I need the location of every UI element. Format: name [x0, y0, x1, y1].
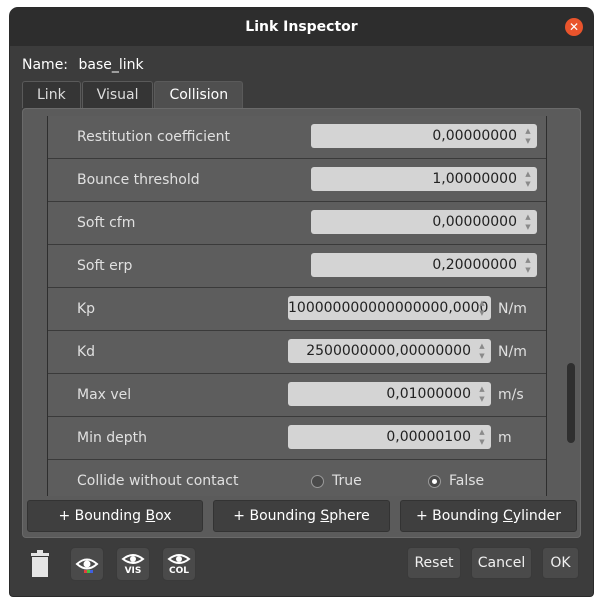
cancel-button[interactable]: Cancel — [471, 547, 532, 579]
reset-button[interactable]: Reset — [407, 547, 461, 579]
property-label: Kd — [77, 344, 96, 360]
unit-label: N/m — [498, 344, 527, 360]
radio-checked-icon — [428, 474, 441, 488]
property-row-restitution: Restitution coefficient 0,00000000 ▲ ▼ — [48, 116, 546, 159]
button-text: ylinder — [512, 508, 562, 524]
property-row-kp: Kp 100000000000000000,0000 ▲ ▼ N/m — [48, 288, 546, 331]
button-text: + Bounding — [233, 508, 321, 524]
max-vel-field[interactable]: 0,01000000 ▲ ▼ — [288, 382, 491, 406]
button-shortcut: B — [145, 508, 156, 524]
property-label: Kp — [77, 301, 96, 317]
spin-arrows-icon[interactable]: ▲ ▼ — [523, 212, 533, 232]
property-label: Bounce threshold — [77, 172, 200, 188]
spin-arrows-icon[interactable]: ▲ ▼ — [477, 384, 487, 404]
button-text: ox — [155, 508, 172, 524]
button-shortcut: C — [503, 508, 513, 524]
tab-visual[interactable]: Visual — [81, 81, 154, 108]
restitution-coefficient-field[interactable]: 0,00000000 ▲ ▼ — [311, 124, 537, 148]
field-value: 2500000000,00000000 — [306, 343, 471, 359]
tab-link[interactable]: Link — [22, 81, 81, 108]
property-row-min-depth: Min depth 0,00000100 ▲ ▼ m — [48, 417, 546, 460]
unit-label: m — [498, 430, 512, 446]
collision-toggle-button[interactable]: COL — [162, 547, 196, 581]
field-value: 0,20000000 — [432, 257, 517, 273]
radio-true[interactable]: True — [311, 473, 362, 489]
radio-false[interactable]: False — [428, 473, 484, 489]
window-title: Link Inspector — [245, 19, 358, 35]
unit-label: m/s — [498, 387, 524, 403]
button-shortcut: S — [320, 508, 330, 524]
eye-icon — [75, 558, 99, 573]
bounding-sphere-button[interactable]: + Bounding Sphere — [213, 500, 390, 532]
field-value: 0,00000000 — [432, 214, 517, 230]
visual-toggle-button[interactable]: VIS — [116, 547, 150, 581]
eye-icon — [121, 554, 145, 564]
property-label: Collide without contact — [77, 473, 239, 489]
property-label: Restitution coefficient — [77, 129, 230, 145]
field-value: 100000000000000000,0000 — [288, 300, 489, 316]
vis-label: VIS — [124, 566, 142, 576]
bounce-threshold-field[interactable]: 1,00000000 ▲ ▼ — [311, 167, 537, 191]
view-toggle-button[interactable] — [70, 547, 104, 581]
kp-field[interactable]: 100000000000000000,0000 ▲ ▼ — [288, 296, 491, 320]
soft-erp-field[interactable]: 0,20000000 ▲ ▼ — [311, 253, 537, 277]
radio-label: False — [449, 473, 485, 489]
property-row-kd: Kd 2500000000,00000000 ▲ ▼ N/m — [48, 331, 546, 374]
property-label: Max vel — [77, 387, 132, 403]
properties-scroll-area[interactable]: Restitution coefficient 0,00000000 ▲ ▼ Bo… — [47, 116, 547, 496]
field-value: 0,00000100 — [386, 429, 471, 445]
unit-label: N/m — [498, 301, 527, 317]
ok-button[interactable]: OK — [542, 547, 579, 579]
soft-cfm-field[interactable]: 0,00000000 ▲ ▼ — [311, 210, 537, 234]
field-value: 1,00000000 — [432, 171, 517, 187]
property-row-max-vel: Max vel 0,01000000 ▲ ▼ m/s — [48, 374, 546, 417]
radio-label: True — [332, 473, 362, 489]
tab-bar: Link Visual Collision — [22, 81, 244, 108]
button-text: + Bounding — [58, 508, 146, 524]
col-label: COL — [169, 566, 189, 576]
tab-collision[interactable]: Collision — [154, 81, 244, 108]
property-row-soft-cfm: Soft cfm 0,00000000 ▲ ▼ — [48, 202, 546, 245]
trash-icon[interactable] — [28, 547, 52, 581]
spin-arrows-icon[interactable]: ▲ ▼ — [477, 427, 487, 447]
property-row-soft-erp: Soft erp 0,20000000 ▲ ▼ — [48, 245, 546, 288]
kd-field[interactable]: 2500000000,00000000 ▲ ▼ — [288, 339, 491, 363]
min-depth-field[interactable]: 0,00000100 ▲ ▼ — [288, 425, 491, 449]
spin-arrows-icon[interactable]: ▲ ▼ — [523, 255, 533, 275]
button-text: + Bounding — [415, 508, 504, 524]
eye-icon — [167, 554, 191, 564]
spin-arrows-icon[interactable]: ▲ ▼ — [523, 169, 533, 189]
bounding-cylinder-button[interactable]: + Bounding Cylinder — [400, 500, 577, 532]
name-row: Name: base_link — [22, 57, 144, 73]
name-label: Name: — [22, 57, 69, 73]
button-text: phere — [329, 508, 370, 524]
radio-unchecked-icon — [311, 474, 324, 488]
close-icon[interactable]: ✕ — [565, 18, 583, 36]
scrollbar-thumb[interactable] — [567, 363, 575, 443]
bounding-box-button[interactable]: + Bounding Box — [27, 500, 203, 532]
name-value: base_link — [78, 57, 144, 73]
property-row-collide: Collide without contact True False — [48, 460, 546, 496]
property-label: Min depth — [77, 430, 148, 446]
title-bar[interactable]: Link Inspector ✕ — [10, 8, 593, 46]
spin-arrows-icon[interactable]: ▲ ▼ — [477, 341, 487, 361]
property-row-bounce: Bounce threshold 1,00000000 ▲ ▼ — [48, 159, 546, 202]
property-label: Soft cfm — [77, 215, 136, 231]
spin-arrows-icon[interactable]: ▲ ▼ — [477, 298, 487, 318]
spin-arrows-icon[interactable]: ▲ ▼ — [523, 126, 533, 146]
field-value: 0,00000000 — [432, 128, 517, 144]
property-label: Soft erp — [77, 258, 133, 274]
field-value: 0,01000000 — [386, 386, 471, 402]
